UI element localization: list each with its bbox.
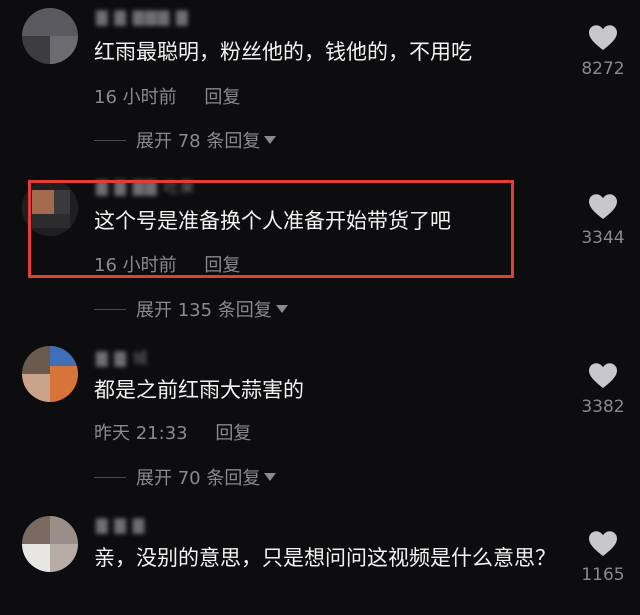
expand-replies-button[interactable]: 展开 135 条回复 [94,296,288,322]
like-count: 3382 [581,397,625,417]
reply-button[interactable]: 回复 [204,255,240,276]
comment-time: 16 小时前 [94,87,177,108]
heart-icon [589,363,617,388]
divider-line [94,139,126,141]
comment-time: 昨天 21:33 [94,423,188,444]
like-button[interactable]: 1165 [570,530,636,585]
expand-replies-button[interactable]: 展开 70 条回复 [94,464,277,490]
comment-username[interactable]: ▇ ▇ 城 [96,347,149,368]
divider-line [94,476,126,478]
like-count: 1165 [581,565,625,585]
comment-meta: 16 小时前 回复 [94,83,240,109]
reply-button[interactable]: 回复 [204,87,240,108]
comment-text: 这个号是准备换个人准备开始带货了吧 [94,209,451,233]
expand-replies-button[interactable]: 展开 78 条回复 [94,127,277,153]
comment-username[interactable]: ▇ ▇ ▇▇ 吃果 [96,176,195,197]
heart-icon [589,25,617,50]
reply-button[interactable]: 回复 [215,423,251,444]
comment-username[interactable]: ▇ ▇ ▇ [96,516,145,534]
expand-replies-label: 展开 78 条回复 [136,131,261,152]
divider-line [94,308,126,310]
like-button[interactable]: 3344 [570,193,636,248]
comment-text: 亲，没别的意思，只是想问问这视频是什么意思？ [94,546,556,570]
caret-down-icon [264,136,277,144]
heart-icon [589,194,617,219]
avatar[interactable] [22,516,78,572]
avatar[interactable] [22,8,78,64]
comment-text: 红雨最聪明，粉丝他的，钱他的，不用吃 [94,40,472,64]
caret-down-icon [264,473,277,481]
avatar[interactable] [22,180,78,236]
caret-down-icon [275,305,288,313]
comment-text: 都是之前红雨大蒜害的 [94,378,304,402]
comment-username[interactable]: ▇ ▇ ▇▇▇ ▇ [96,8,189,26]
like-count: 3344 [581,228,625,248]
like-button[interactable]: 3382 [570,362,636,417]
comment-time: 16 小时前 [94,255,177,276]
expand-replies-label: 展开 70 条回复 [136,468,261,489]
comment-meta: 16 小时前 回复 [94,251,240,277]
avatar[interactable] [22,346,78,402]
expand-replies-label: 展开 135 条回复 [136,300,272,321]
comment-meta: 昨天 21:33 回复 [94,419,251,445]
like-button[interactable]: 8272 [570,24,636,79]
heart-icon [589,531,617,556]
like-count: 8272 [581,59,625,79]
